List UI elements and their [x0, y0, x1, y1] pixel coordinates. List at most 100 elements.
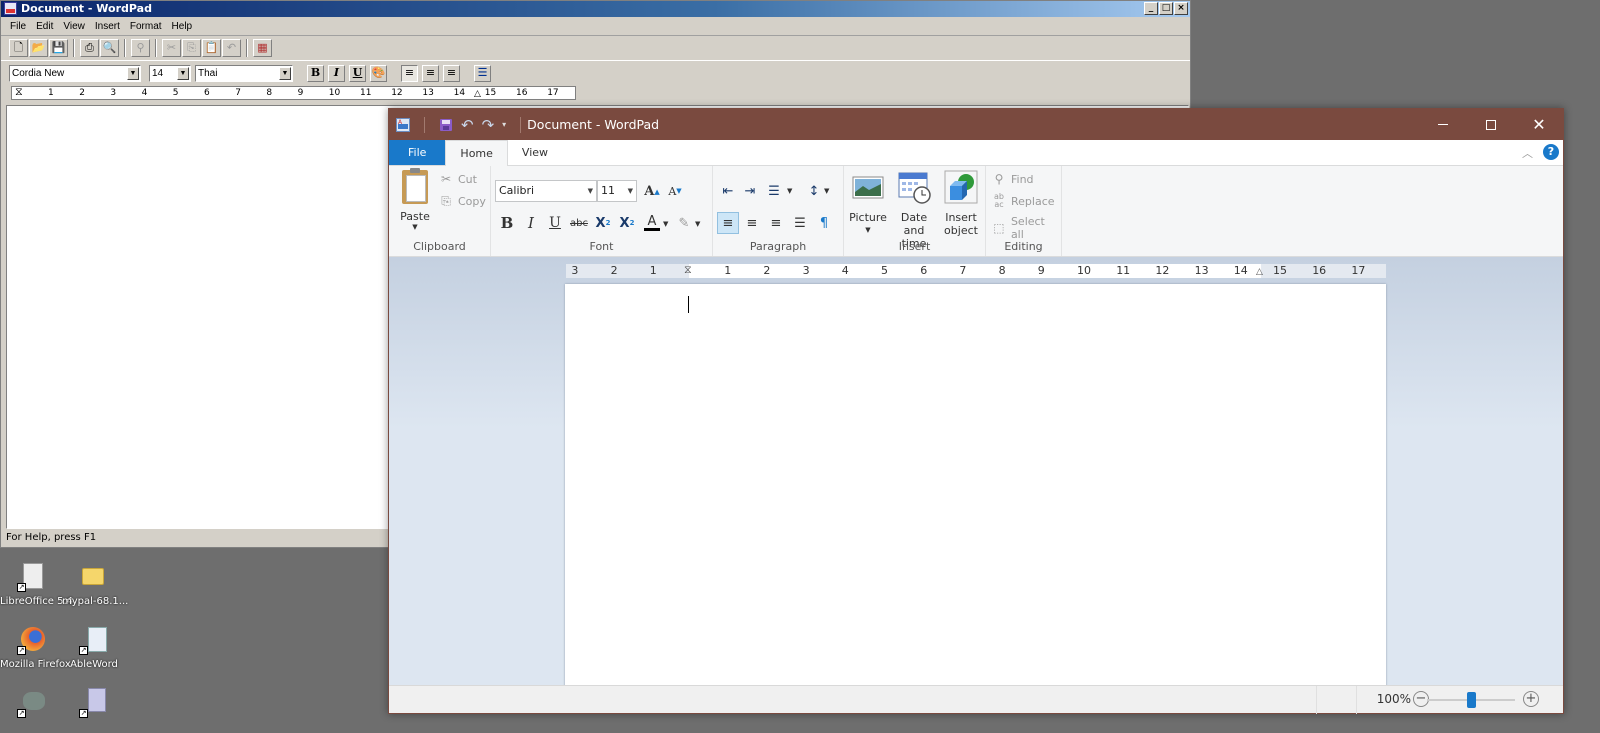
modern-title-bar[interactable]: A ↶ ↷ ▾ Document - WordPad ✕ [389, 109, 1563, 140]
classic-bullets-icon[interactable]: ☰ [474, 64, 491, 82]
tab-view[interactable]: View [508, 140, 562, 165]
open-folder-icon[interactable]: 📂 [29, 39, 48, 57]
classic-underline-button[interactable]: U [349, 64, 366, 82]
tab-file[interactable]: File [389, 140, 446, 165]
copy-icon[interactable]: ⎘ [182, 39, 201, 57]
bullet-list-icon[interactable]: ☰ [763, 180, 785, 202]
desktop-icon-raccoon-app[interactable]: ↗ [0, 688, 64, 722]
menu-edit[interactable]: Edit [31, 21, 58, 32]
shrink-font-icon[interactable]: A ▼ [664, 180, 686, 202]
find-button[interactable]: ⚲ Find [992, 172, 1034, 186]
grow-font-icon[interactable]: A ▲ [641, 180, 663, 202]
cut-button[interactable]: ✂ Cut [439, 172, 477, 186]
classic-minimize-button[interactable]: _ [1144, 2, 1158, 15]
modern-ruler[interactable]: ⧖ △ 3 2 1 1 2 3 4 5 6 7 8 9 10 11 12 13 14 15 16 17 [566, 263, 1386, 278]
right-indent-marker-icon[interactable]: △ [1256, 267, 1263, 277]
chevron-down-icon[interactable]: ▼ [695, 220, 700, 228]
close-button[interactable]: ✕ [1515, 109, 1563, 140]
subscript-icon[interactable]: X2 [592, 212, 614, 234]
chevron-down-icon[interactable]: ▼ [177, 66, 189, 80]
save-disk-icon[interactable] [439, 118, 453, 132]
align-center-icon[interactable]: ≡ [741, 212, 763, 234]
classic-bold-button[interactable]: B [307, 64, 324, 82]
justify-icon[interactable]: ☰ [789, 212, 811, 234]
menu-file[interactable]: File [5, 21, 31, 32]
insert-picture-button[interactable]: Picture ▼ [848, 170, 888, 237]
zoom-in-icon[interactable]: + [1523, 691, 1539, 707]
wordpad-app-icon[interactable]: A [396, 117, 410, 132]
classic-align-left-icon[interactable]: ≡ [401, 64, 418, 82]
menu-format[interactable]: Format [125, 21, 167, 32]
line-spacing-icon[interactable]: ↕ [803, 180, 825, 202]
classic-font-size-combo[interactable]: 14 ▼ [149, 64, 191, 82]
text-color-icon[interactable]: A [641, 212, 663, 234]
chevron-down-icon[interactable]: ▼ [588, 181, 593, 201]
undo-icon[interactable]: ↶ [461, 116, 474, 134]
classic-align-center-icon[interactable]: ≡ [422, 64, 439, 82]
help-icon[interactable]: ? [1543, 144, 1559, 160]
classic-font-name-combo[interactable]: Cordia New ▼ [9, 64, 141, 82]
desktop-icon-mypal-folder[interactable]: mypal-68.1... [62, 562, 128, 607]
chevron-down-icon[interactable]: ▼ [824, 187, 829, 195]
font-family-combo[interactable]: Calibri ▼ [495, 180, 597, 202]
redo-icon[interactable]: ↷ [482, 116, 495, 134]
highlight-pencil-icon[interactable]: ✎ [673, 212, 695, 234]
classic-maximize-button[interactable]: □ [1159, 2, 1173, 15]
classic-close-button[interactable]: × [1174, 2, 1188, 15]
align-right-icon[interactable]: ≡ [765, 212, 787, 234]
strikethrough-button[interactable]: abc [568, 212, 590, 234]
classic-align-right-icon[interactable]: ≡ [443, 64, 460, 82]
find-binoculars-icon[interactable]: ⚲ [131, 39, 150, 57]
classic-title-bar[interactable]: Document - WordPad _ □ × [1, 1, 1190, 17]
font-color-palette-icon[interactable]: 🎨 [370, 64, 387, 82]
tab-home[interactable]: Home [445, 140, 508, 166]
print-preview-icon[interactable]: 🔍 [100, 39, 119, 57]
document-page[interactable] [565, 284, 1386, 686]
italic-button[interactable]: I [520, 212, 542, 234]
minimize-button[interactable] [1419, 109, 1467, 140]
desktop-icon-computer-app[interactable]: ↗ [62, 688, 126, 722]
superscript-icon[interactable]: X2 [616, 212, 638, 234]
select-all-button[interactable]: ⬚ Select all [992, 215, 1061, 241]
classic-script-combo[interactable]: Thai ▼ [195, 64, 293, 82]
left-indent-marker-icon[interactable]: ⧖ [684, 263, 692, 277]
customize-quick-access-icon[interactable]: ▾ [502, 120, 506, 129]
increase-indent-icon[interactable]: ⇥ [739, 180, 761, 202]
paragraph-settings-icon[interactable]: ¶ [813, 212, 835, 234]
desktop-icon-ableword[interactable]: ↗ AbleWord [62, 625, 126, 670]
insert-date-time-icon[interactable]: ▦ [253, 39, 272, 57]
right-indent-marker-icon[interactable]: △ [474, 89, 481, 99]
save-disk-icon[interactable]: 💾 [49, 39, 68, 57]
chevron-down-icon[interactable]: ▼ [127, 66, 139, 80]
menu-view[interactable]: View [58, 21, 90, 32]
menu-help[interactable]: Help [167, 21, 198, 32]
chevron-down-icon[interactable]: ▼ [279, 66, 291, 80]
undo-icon[interactable]: ↶ [222, 39, 241, 57]
chevron-down-icon[interactable]: ▼ [787, 187, 792, 195]
zoom-slider-thumb[interactable] [1466, 692, 1476, 708]
copy-button[interactable]: ⎘ Copy [439, 194, 486, 209]
left-indent-marker-icon[interactable]: ⧖ [15, 85, 23, 99]
chevron-down-icon[interactable]: ▼ [663, 220, 668, 228]
zoom-slider[interactable] [1427, 692, 1515, 708]
decrease-indent-icon[interactable]: ⇤ [717, 180, 739, 202]
maximize-button[interactable] [1467, 109, 1515, 140]
print-icon[interactable]: ⎙ [80, 39, 99, 57]
bold-button[interactable]: B [496, 212, 518, 234]
collapse-ribbon-icon[interactable]: ︿ [1522, 145, 1533, 161]
insert-object-button[interactable]: Insert object [940, 170, 982, 237]
insert-date-time-button[interactable]: Date and time [890, 170, 938, 250]
new-document-icon[interactable]: 🗋 [9, 39, 28, 57]
desktop-icon-libreoffice[interactable]: ↗ LibreOffice 5.4 [0, 562, 73, 607]
paste-button[interactable]: Paste ▼ [399, 168, 431, 231]
paste-icon[interactable]: 📋 [202, 39, 221, 57]
cut-scissors-icon[interactable]: ✂ [162, 39, 181, 57]
menu-insert[interactable]: Insert [90, 21, 125, 32]
chevron-down-icon[interactable]: ▼ [628, 181, 633, 201]
desktop-icon-firefox[interactable]: ↗ Mozilla Firefox [0, 625, 71, 670]
classic-ruler[interactable]: ⧖ △ 1 2 3 4 5 6 7 8 9 10 11 12 13 14 15 16 17 [11, 85, 576, 100]
replace-button[interactable]: ab ac Replace [992, 193, 1055, 209]
underline-button[interactable]: U [544, 212, 566, 234]
classic-italic-button[interactable]: I [328, 64, 345, 82]
align-left-icon[interactable]: ≡ [717, 212, 739, 234]
